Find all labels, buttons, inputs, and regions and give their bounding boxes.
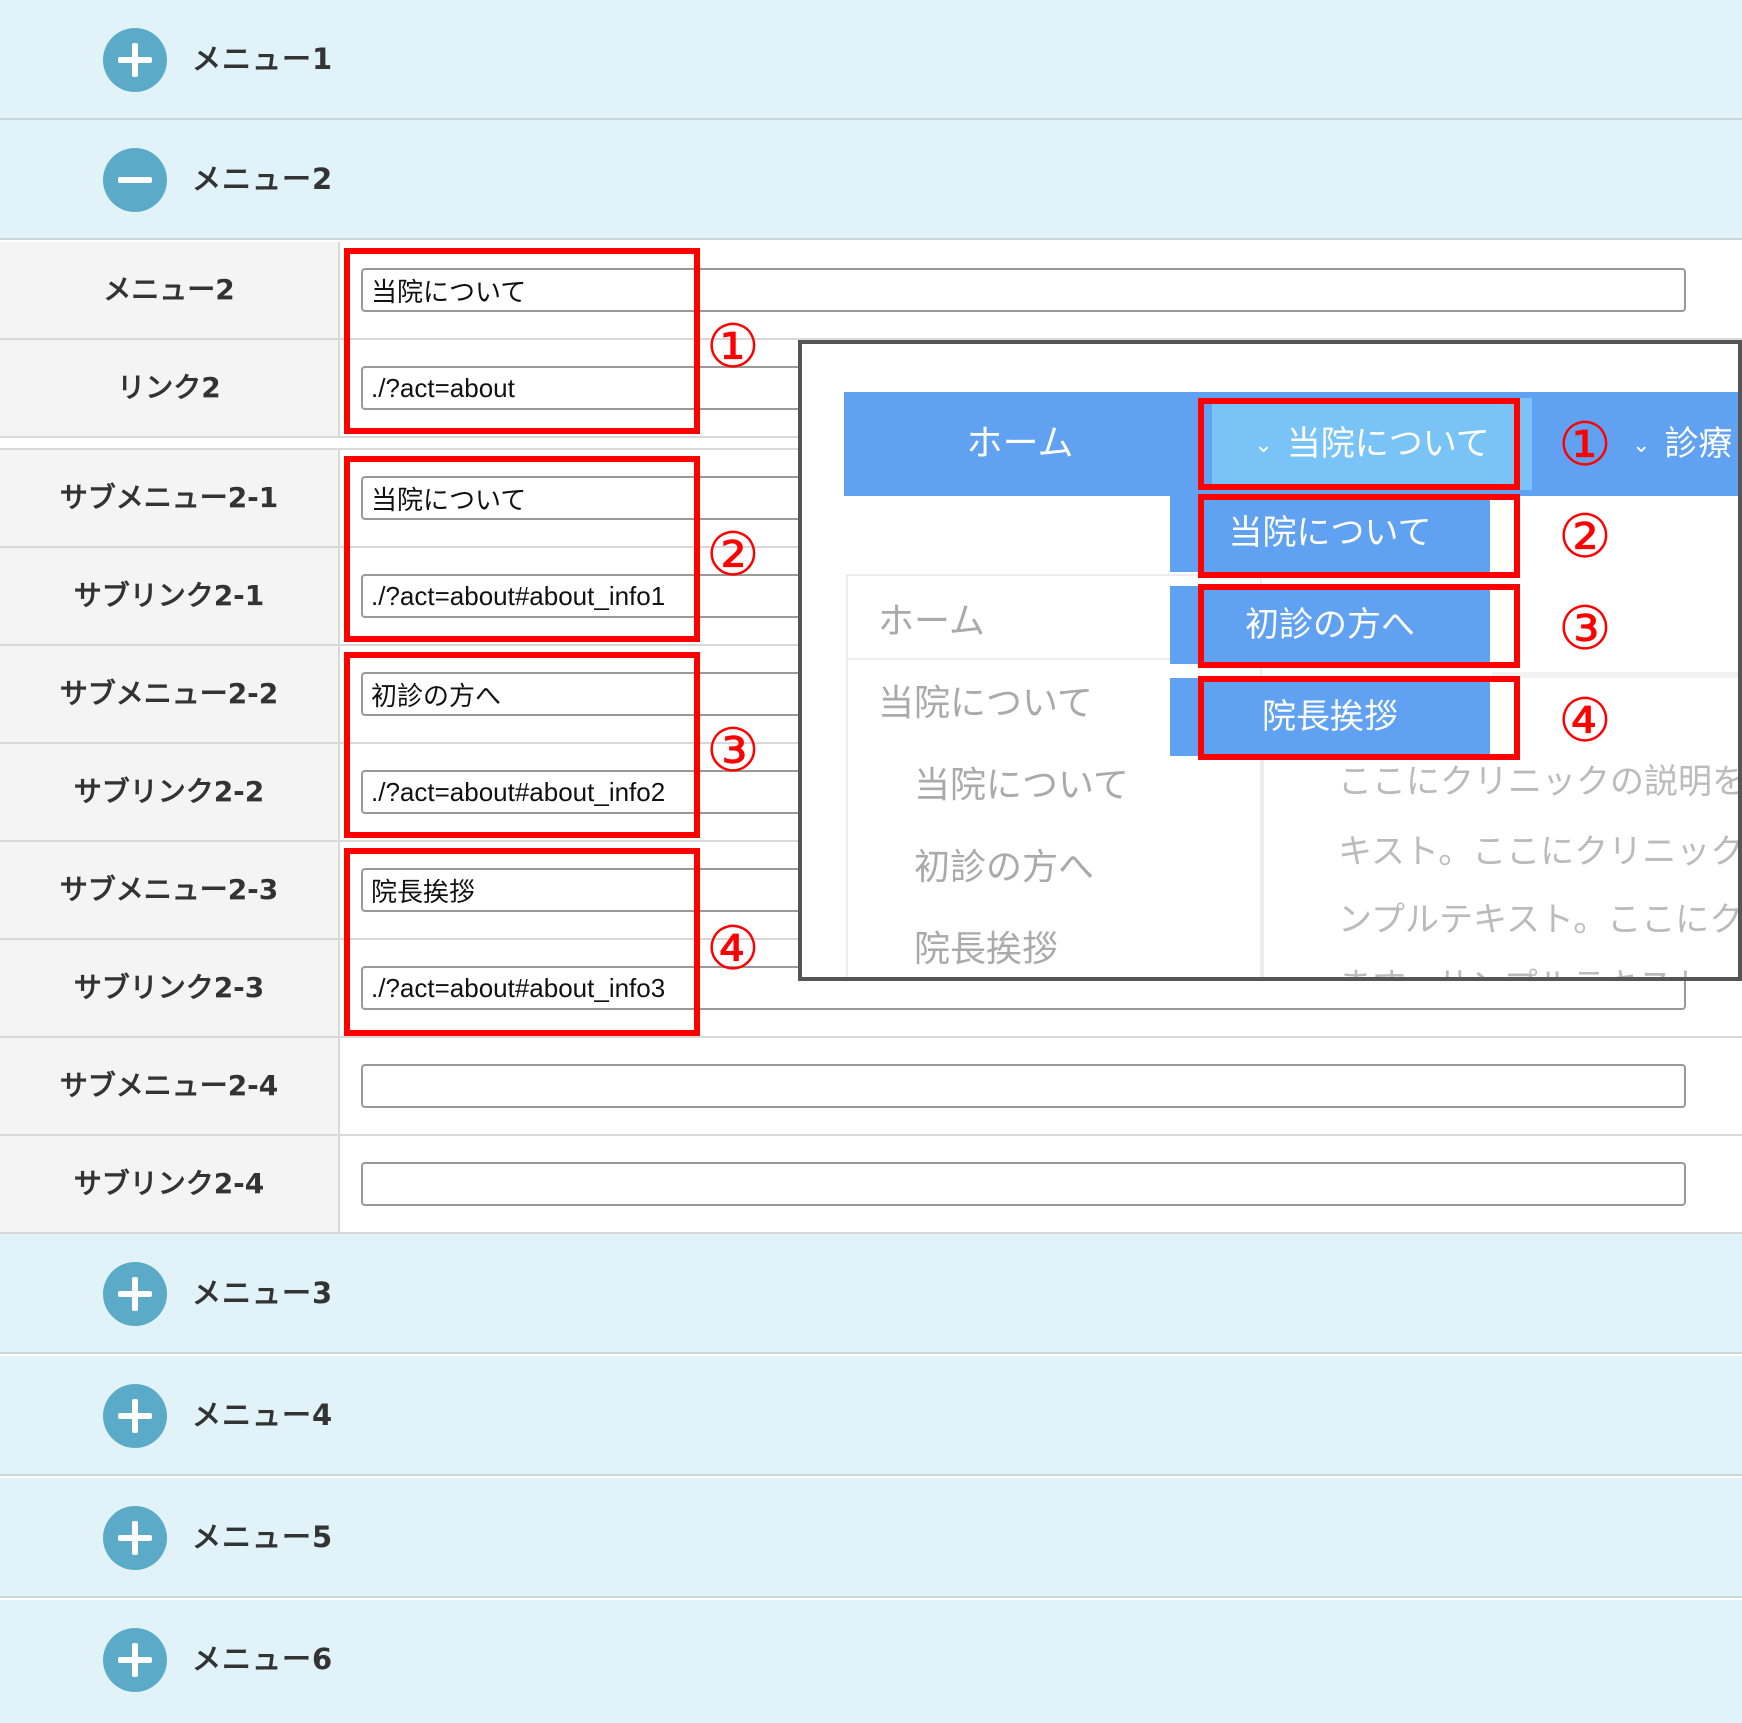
preview-annotation-box-1 (1198, 398, 1520, 490)
form-row-menu2: メニュー2 (0, 242, 1742, 340)
chevron-down-icon: ⌄ (1632, 432, 1651, 458)
field-label: サブリンク2-4 (0, 1136, 340, 1232)
field-label: メニュー2 (0, 242, 340, 338)
field-label: サブメニュー2-4 (0, 1038, 340, 1134)
accordion-menu3[interactable]: メニュー3 (0, 1234, 1742, 1354)
preview-annotation-box-2 (1198, 494, 1520, 578)
accordion-label: メニュー4 (192, 1398, 334, 1432)
plus-icon[interactable] (103, 1628, 167, 1692)
sidebar-sublink-greeting[interactable]: 院長挨拶 (914, 910, 1326, 977)
accordion-menu4[interactable]: メニュー4 (0, 1356, 1742, 1476)
annotation-box-1 (344, 248, 700, 434)
annotation-box-3 (344, 652, 700, 838)
annotation-number-4: ④ (706, 914, 760, 984)
content-divider (1262, 744, 1264, 977)
accordion-label: メニュー6 (192, 1642, 334, 1676)
accordion-menu2[interactable]: メニュー2 (0, 120, 1742, 240)
accordion-label: メニュー1 (192, 42, 334, 76)
preview-body-line: キスト。ここにクリニック (1338, 832, 1742, 872)
annotation-box-4 (344, 848, 700, 1036)
preview-annotation-number-3: ③ (1558, 594, 1612, 664)
preview-annotation-box-4 (1198, 676, 1520, 760)
field-label: リンク2 (0, 340, 340, 436)
accordion-menu5[interactable]: メニュー5 (0, 1478, 1742, 1598)
plus-icon[interactable] (103, 1506, 167, 1570)
plus-icon[interactable] (103, 1384, 167, 1448)
submenu2-4-input[interactable] (361, 1064, 1686, 1108)
sublink2-4-input[interactable] (361, 1162, 1686, 1206)
site-preview: ホーム 当院について 当院について 初診の方へ 院長挨拶 ここにクリニックの説明… (798, 340, 1742, 981)
field-label: サブリンク2-2 (0, 744, 340, 840)
nav-item-home[interactable]: ホーム (844, 392, 1196, 496)
form-row-sublink2-4: サブリンク2-4 (0, 1136, 1742, 1234)
preview-annotation-box-3 (1198, 584, 1520, 668)
nav-item-next-label: 診療 (1664, 424, 1733, 464)
preview-body-line: ンプルテキスト。ここにク (1338, 900, 1742, 940)
accordion-label: メニュー5 (192, 1520, 334, 1554)
plus-icon[interactable] (103, 1262, 167, 1326)
preview-annotation-number-1: ① (1558, 410, 1612, 480)
accordion-menu1[interactable]: メニュー1 (0, 0, 1742, 120)
nav-item-next[interactable]: ⌄ 診療 (1632, 392, 1732, 496)
field-label: サブメニュー2-3 (0, 842, 340, 938)
annotation-box-2 (344, 456, 700, 642)
preview-body-line: ここにクリニックの説明を (1338, 762, 1742, 802)
content-top-border (1492, 672, 1738, 678)
field-label: サブメニュー2-2 (0, 646, 340, 742)
field-label: サブメニュー2-1 (0, 450, 340, 546)
accordion-menu6[interactable]: メニュー6 (0, 1600, 1742, 1723)
accordion-label: メニュー3 (192, 1276, 334, 1310)
sidebar-sublink-first-visit[interactable]: 初診の方へ (914, 828, 1326, 908)
annotation-number-3: ③ (706, 716, 760, 786)
annotation-number-2: ② (706, 520, 760, 590)
field-label: サブリンク2-1 (0, 548, 340, 644)
minus-icon[interactable] (103, 148, 167, 212)
preview-body-line: ます。サンプルテキスト (1338, 966, 1707, 977)
accordion-label: メニュー2 (192, 162, 334, 196)
form-row-submenu2-4: サブメニュー2-4 (0, 1038, 1742, 1136)
annotation-number-1: ① (706, 312, 760, 382)
plus-icon[interactable] (103, 28, 167, 92)
preview-annotation-number-2: ② (1558, 502, 1612, 572)
field-label: サブリンク2-3 (0, 940, 340, 1036)
preview-annotation-number-4: ④ (1558, 686, 1612, 756)
